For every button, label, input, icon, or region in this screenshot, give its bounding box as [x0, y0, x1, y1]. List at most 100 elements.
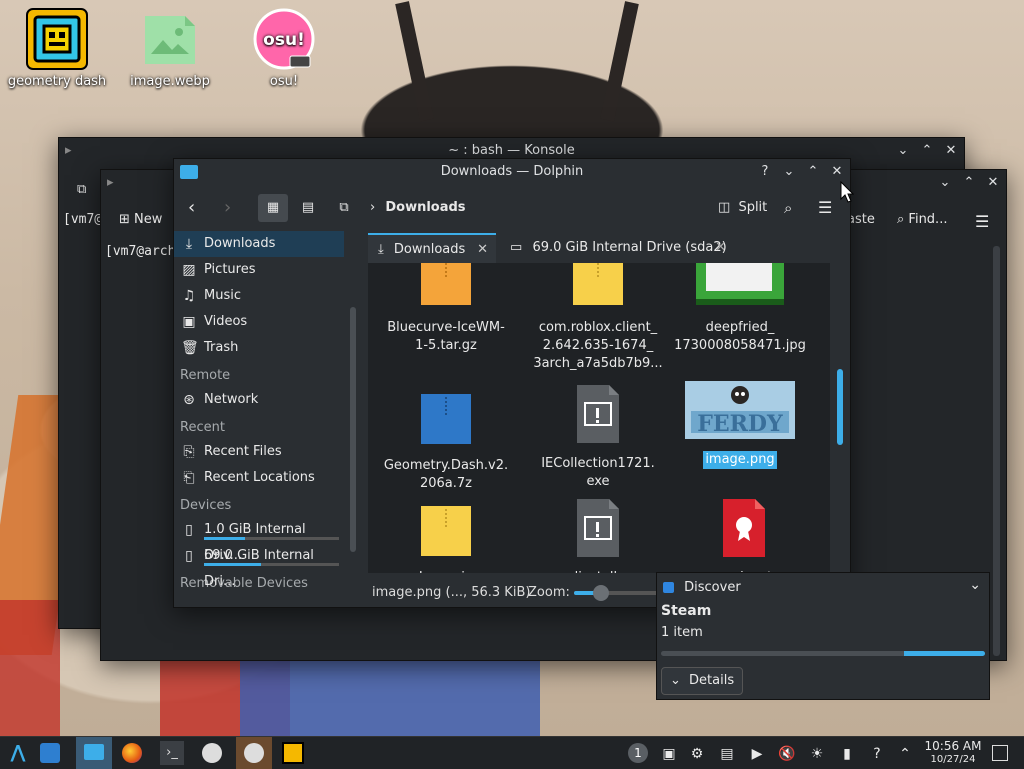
dolphin-taskbar-entry[interactable] — [76, 737, 112, 769]
desktop-icon-osu[interactable]: osu! osu! — [228, 0, 340, 89]
file-item[interactable]: Bluecurve-IceWM- 1-5.tar.gz — [376, 263, 516, 355]
close-button[interactable]: ✕ — [944, 138, 958, 164]
show-desktop-icon[interactable] — [992, 745, 1008, 761]
file-item[interactable]: penis.crt — [674, 499, 814, 573]
konsole-taskbar-icon[interactable]: ›_ — [160, 741, 184, 765]
zoom-slider-handle[interactable] — [593, 585, 609, 601]
zoom-slider[interactable] — [574, 585, 664, 601]
folder-icon — [84, 744, 104, 760]
new-tab-button[interactable]: ⊞ New — [119, 212, 162, 227]
chevron-up-icon[interactable]: ⌃ — [896, 745, 914, 763]
maximize-button[interactable]: ⌃ — [920, 138, 934, 164]
file-item[interactable]: IECollection1721. exe — [528, 385, 668, 491]
breadcrumb[interactable]: › Downloads — [370, 194, 466, 222]
kde-connect-icon[interactable]: ⚙ — [688, 745, 706, 763]
file-view[interactable]: Bluecurve-IceWM- 1-5.tar.gz com.roblox.cl… — [368, 263, 830, 573]
volume-muted-icon[interactable]: 🔇 — [778, 745, 796, 763]
svg-text:FERDY: FERDY — [697, 411, 783, 437]
desktop-icon-image-webp[interactable]: image.webp — [114, 0, 226, 89]
compact-view-button[interactable]: ▤ — [294, 194, 322, 222]
clock[interactable]: 10:56 AM 10/27/24 — [922, 739, 984, 767]
image-thumbnail — [696, 263, 784, 305]
download-icon: ⤓ — [185, 236, 193, 252]
file-name: Luna.zip — [376, 569, 516, 573]
file-name: com.roblox.client_ 2.642.635-1674_ 3arch_a… — [528, 319, 668, 373]
terminal-scrollbar[interactable] — [993, 246, 1000, 656]
new-tab-icon[interactable]: ⧉ — [77, 182, 86, 197]
terminal-text: [vm7@arch — [105, 244, 176, 259]
download-icon: ⤓ — [378, 242, 384, 257]
hamburger-menu-icon[interactable]: ☰ — [818, 194, 832, 222]
file-item[interactable]: osulinstall.exe — [528, 499, 668, 573]
desktop-icon-geometry-dash[interactable]: geometry dash — [1, 0, 113, 89]
file-item[interactable]: Luna.zip — [376, 505, 516, 573]
file-item[interactable]: deepfried_ 1730008058471.jpg — [670, 263, 810, 355]
vertical-scrollbar-thumb[interactable] — [837, 369, 843, 445]
minimize-button[interactable]: ⌄ — [938, 170, 952, 196]
collapse-notification-button[interactable]: ⌄ — [969, 577, 981, 593]
desktop-icon-label: geometry dash — [7, 74, 107, 89]
zoom-label: Zoom: — [528, 585, 570, 600]
tab-drive[interactable]: ▭ 69.0 GiB Internal Drive (sda2) ✕ — [502, 233, 736, 262]
sidebar-item-music[interactable]: ♫ Music — [174, 283, 344, 309]
executable-icon — [577, 385, 619, 443]
maximize-button[interactable]: ⌃ — [962, 170, 976, 196]
minimize-button[interactable]: ⌄ — [896, 138, 910, 164]
file-item-selected[interactable]: FERDY image.png — [670, 381, 810, 469]
steam-taskbar-entry[interactable] — [236, 737, 272, 769]
hamburger-menu-icon[interactable]: ☰ — [975, 212, 989, 231]
maximize-button[interactable]: ⌃ — [806, 159, 820, 185]
application-launcher-icon[interactable]: ⋀ — [8, 743, 28, 763]
split-button[interactable]: ◫ Split — [718, 194, 767, 222]
geometry-dash-taskbar-icon[interactable] — [282, 742, 304, 764]
sidebar-scrollbar[interactable] — [350, 307, 356, 552]
sidebar-item-trash[interactable]: 🗑 Trash — [174, 335, 344, 361]
dolphin-titlebar[interactable]: Downloads — Dolphin ? ⌄ ⌃ ✕ — [174, 159, 850, 185]
sidebar-item-pictures[interactable]: ▨ Pictures — [174, 257, 344, 283]
dolphin-window[interactable]: Downloads — Dolphin ? ⌄ ⌃ ✕ ‹ › ▦ ▤ ⧉ › … — [173, 158, 851, 608]
search-button[interactable]: ⌕ — [784, 194, 792, 222]
notification-popup[interactable]: Discover ⌄ Steam 1 item ⌄ Details — [656, 572, 990, 700]
sidebar-item-recent-locations[interactable]: ⎗ Recent Locations — [174, 465, 344, 491]
sidebar-item-network[interactable]: ⊛ Network — [174, 387, 344, 413]
media-player-icon[interactable]: ▶ — [748, 745, 766, 763]
sidebar-item-device-1[interactable]: ▯ 1.0 GiB Internal Driv... — [174, 517, 344, 563]
forward-button[interactable]: › — [224, 194, 231, 222]
clipboard-icon[interactable]: ▤ — [718, 745, 736, 763]
network-status-icon[interactable]: ? — [868, 745, 886, 763]
window-title: ~ : bash — Konsole — [448, 143, 575, 158]
discover-tray-icon[interactable]: ▣ — [660, 745, 678, 763]
notification-count-badge[interactable]: 1 — [628, 743, 648, 763]
details-button[interactable]: ⌄ Details — [661, 667, 744, 695]
file-name: image.png — [670, 451, 810, 469]
dolphin-toolbar: ‹ › ▦ ▤ ⧉ › Downloads ◫ Split ⌕ ☰ — [174, 185, 850, 231]
close-tab-icon[interactable]: ✕ — [477, 235, 488, 264]
paste-button[interactable]: aste — [847, 212, 875, 227]
sidebar-item-videos[interactable]: ▣ Videos — [174, 309, 344, 335]
capacity-bar — [204, 537, 339, 540]
close-tab-icon[interactable]: ✕ — [715, 233, 726, 262]
battery-icon[interactable]: ▮ — [838, 745, 856, 763]
sidebar-item-recent-files[interactable]: ⎘ Recent Files — [174, 439, 344, 465]
sidebar-item-downloads[interactable]: ⤓ Downloads — [174, 231, 344, 257]
file-name-line: Geometry.Dash.v2. — [383, 458, 509, 473]
help-button[interactable]: ? — [758, 159, 772, 185]
discover-taskbar-icon[interactable] — [40, 743, 60, 763]
file-item[interactable]: Geometry.Dash.v2. 206a.7z — [376, 393, 516, 493]
details-view-button[interactable]: ⧉ — [330, 194, 358, 222]
steam-installer-icon[interactable] — [202, 743, 222, 763]
file-item[interactable]: com.roblox.client_ 2.642.635-1674_ 3arch_a… — [528, 263, 668, 373]
file-name-line: osulinstall.exe — [528, 569, 668, 573]
find-button[interactable]: ⌕ Find... — [897, 212, 947, 227]
minimize-button[interactable]: ⌄ — [782, 159, 796, 185]
sidebar-item-device-2[interactable]: ▯ 69.0 GiB Internal Dri... — [174, 543, 344, 589]
icons-view-button[interactable]: ▦ — [258, 194, 288, 222]
close-button[interactable]: ✕ — [986, 170, 1000, 196]
tab-downloads[interactable]: ⤓ Downloads ✕ — [368, 233, 496, 264]
notification-subtitle: 1 item — [661, 625, 703, 640]
back-button[interactable]: ‹ — [188, 194, 195, 222]
firefox-icon[interactable] — [122, 743, 142, 763]
chevron-down-icon: ⌄ — [670, 673, 681, 688]
brightness-icon[interactable]: ☀ — [808, 745, 826, 763]
archive-icon — [421, 506, 471, 556]
